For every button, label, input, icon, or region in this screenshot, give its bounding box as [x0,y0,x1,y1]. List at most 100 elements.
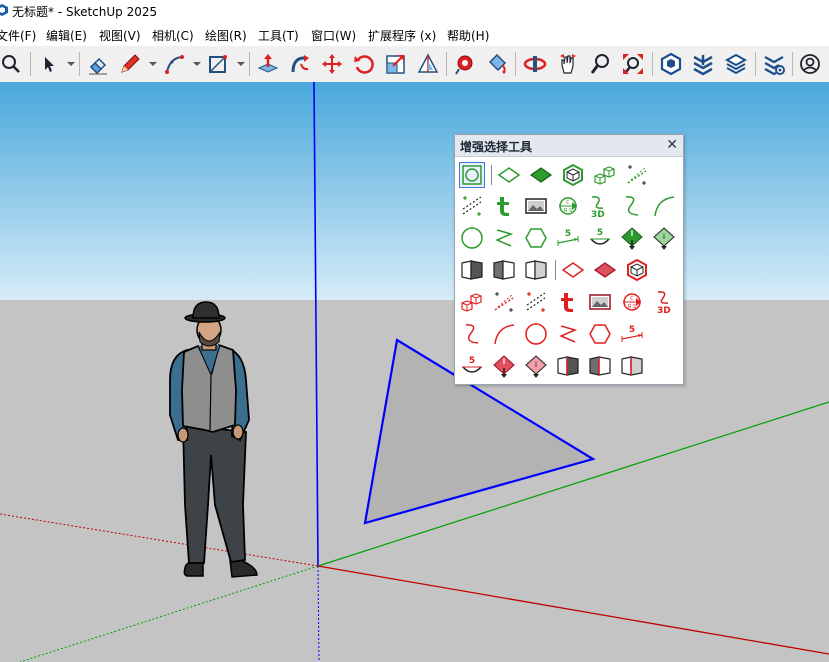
deselect-curves-icon[interactable] [459,321,485,347]
deselect-text-icon[interactable] [555,289,581,315]
menu-tools[interactable]: 工具(T) [258,27,299,44]
menu-help[interactable]: 帮助(H) [447,27,489,44]
menu-bar: 文件(F) 编辑(E) 视图(V) 相机(C) 绘图(R) 工具(T) 窗口(W… [0,22,829,46]
panel-title: 增强选择工具 [460,140,533,154]
select-3d-curves-icon[interactable]: 3D [587,193,613,219]
follow-me-icon[interactable] [286,50,314,78]
select-polylines-icon[interactable] [491,225,517,251]
svg-text:R·S: R·S [564,208,572,214]
menu-file[interactable]: 文件(F) [0,27,36,44]
toolbar-separator [30,52,31,76]
rectangle-icon[interactable] [204,50,232,78]
svg-text:C: C [630,296,634,302]
select-section-planes-icon[interactable]: C R·S [555,193,581,219]
eraser-icon[interactable] [84,50,112,78]
select-hidden-faces-icon[interactable] [459,257,485,283]
deselect-polygons-icon[interactable] [587,321,613,347]
deselect-groups-icon[interactable] [624,257,650,283]
select-only-icon[interactable] [459,162,485,188]
select-mixed-faces-icon[interactable] [523,257,549,283]
menu-edit[interactable]: 编辑(E) [46,27,87,44]
deselect-guides-icon[interactable] [491,289,517,315]
orbit-icon[interactable] [521,50,549,78]
deselect-faces-filled-icon[interactable] [592,257,618,283]
select-guides-icon[interactable] [624,162,650,188]
menu-camera[interactable]: 相机(C) [152,27,194,44]
svg-text:3D: 3D [657,306,671,314]
svg-text:5: 5 [469,356,475,366]
scale-icon[interactable] [382,50,410,78]
rectangle-dropdown-arrow[interactable] [237,62,245,66]
menu-view[interactable]: 视图(V) [99,27,141,44]
sketchup-app-icon [0,4,8,16]
select-curves-icon[interactable] [619,193,645,219]
svg-text:C: C [566,200,570,206]
pencil-icon[interactable] [116,50,144,78]
arc-dropdown-arrow[interactable] [193,62,201,66]
select-dimensions-icon[interactable]: 5 [555,225,581,251]
deselect-labels-icon[interactable]: i [523,353,549,379]
deselect-protractor-icon[interactable] [491,353,517,379]
toolbar-separator [755,52,756,76]
deselect-mixed-faces-icon[interactable] [619,353,645,379]
deselect-guide-points-icon[interactable] [523,289,549,315]
select-faces-filled-icon[interactable] [528,162,554,188]
deselect-section-planes-icon[interactable]: C R·S [619,289,645,315]
deselect-faces-outline-icon[interactable] [560,257,586,283]
deselect-3d-curves-icon[interactable]: 3D [651,289,677,315]
select-icon[interactable] [34,50,62,78]
deselect-angular-dimensions-icon[interactable]: 5 [459,353,485,379]
select-circles-icon[interactable] [459,225,485,251]
deselect-components-icon[interactable] [459,289,485,315]
select-back-faces-icon[interactable] [491,257,517,283]
deselect-circles-icon[interactable] [523,321,549,347]
enhanced-selection-toolbar[interactable]: 增强选择工具 ✕ C R·S 3D 5 5 i C R·S 3D 5 5 i [454,134,684,385]
pan-icon[interactable] [554,50,582,78]
select-labels-icon[interactable]: i [651,225,677,251]
rotate-icon[interactable] [350,50,378,78]
select-faces-outline-icon[interactable] [496,162,522,188]
panel-header[interactable]: 增强选择工具 ✕ [455,135,683,157]
select-protractor-icon[interactable] [619,225,645,251]
offset-icon[interactable] [414,50,442,78]
pencil-dropdown-arrow[interactable] [149,62,157,66]
select-polygons-icon[interactable] [523,225,549,251]
search-icon[interactable] [0,50,25,78]
sky [0,82,829,301]
menu-draw[interactable]: 绘图(R) [205,27,247,44]
zoom-extents-icon[interactable] [619,50,647,78]
deselect-images-icon[interactable] [587,289,613,315]
zoom-icon[interactable] [587,50,615,78]
extension-manager-icon[interactable] [760,50,788,78]
select-components-icon[interactable] [592,162,618,188]
extension-warehouse-icon[interactable] [689,50,717,78]
select-groups-icon[interactable] [560,162,586,188]
toolbar-separator [652,52,653,76]
deselect-hidden-faces-icon[interactable] [555,353,581,379]
select-guide-points-icon[interactable] [459,193,485,219]
layout-icon[interactable] [722,50,750,78]
select-arcs-icon[interactable] [651,193,677,219]
menu-extensions[interactable]: 扩展程序 (x) [368,27,436,44]
move-icon[interactable] [318,50,346,78]
push-pull-icon[interactable] [254,50,282,78]
arc-icon[interactable] [160,50,188,78]
deselect-arcs-icon[interactable] [491,321,517,347]
deselect-back-faces-icon[interactable] [587,353,613,379]
close-icon[interactable]: ✕ [666,136,678,154]
menu-window[interactable]: 窗口(W) [311,27,356,44]
select-dropdown-arrow[interactable] [67,62,75,66]
model-viewport[interactable] [0,82,829,662]
select-angular-dimensions-icon[interactable]: 5 [587,225,613,251]
select-text-icon[interactable] [491,193,517,219]
select-images-icon[interactable] [523,193,549,219]
deselect-polylines-icon[interactable] [555,321,581,347]
toolbar-separator [792,52,793,76]
warehouse-icon[interactable] [657,50,685,78]
palette-separator [491,165,492,185]
account-icon[interactable] [796,50,824,78]
tape-measure-icon[interactable] [451,50,479,78]
deselect-dimensions-icon[interactable]: 5 [619,321,645,347]
toolbar-separator [515,52,516,76]
paint-bucket-icon[interactable] [483,50,511,78]
